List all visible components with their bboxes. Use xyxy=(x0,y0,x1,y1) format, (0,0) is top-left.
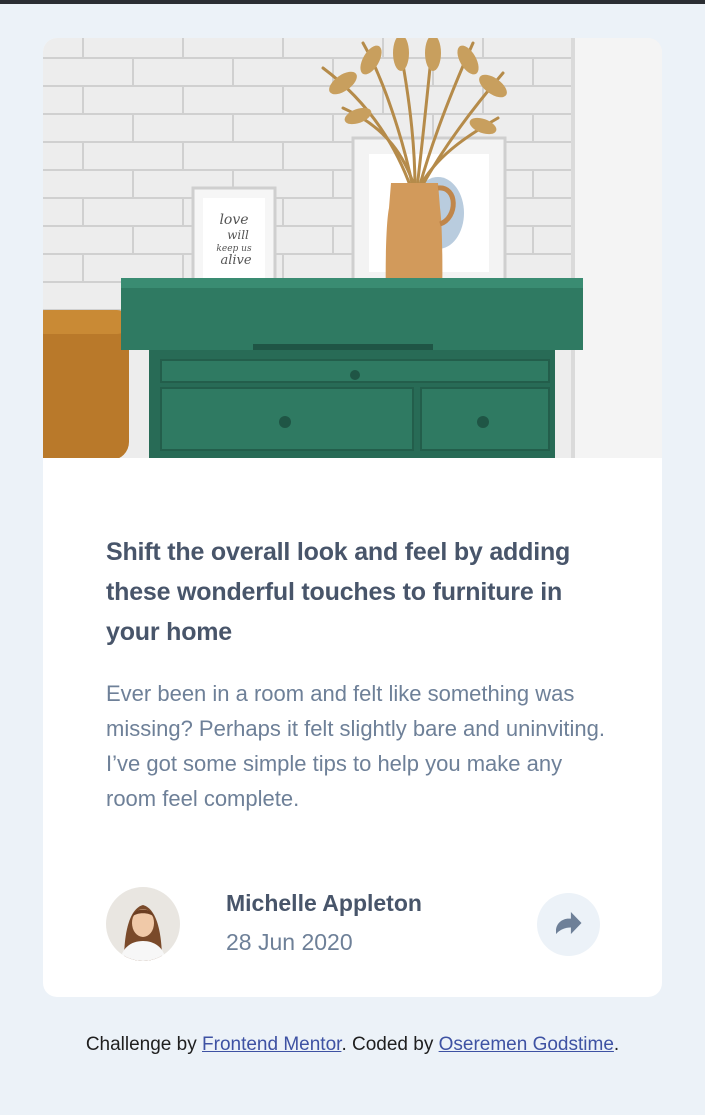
article-description: Ever been in a room and felt like someth… xyxy=(106,681,605,811)
author-name: Michelle Appleton xyxy=(226,890,422,916)
post-date: 28 Jun 2020 xyxy=(226,929,353,955)
attribution-middle: . Coded by xyxy=(341,1034,439,1055)
author-avatar xyxy=(106,887,180,961)
attribution-suffix: . xyxy=(613,1034,620,1055)
browser-top-edge xyxy=(0,0,705,4)
author-profile-link[interactable]: Oseremen Godstime xyxy=(439,1034,614,1055)
svg-text:will: will xyxy=(227,228,249,242)
svg-text:alive: alive xyxy=(220,253,251,268)
article-preview-card: love will keep us alive Shift the overal… xyxy=(43,38,662,997)
author-photo xyxy=(106,887,180,961)
attribution-prefix: Challenge by xyxy=(85,1034,203,1055)
article-hero-image: love will keep us alive xyxy=(43,38,662,458)
drawers-photo: love will keep us alive xyxy=(43,38,662,458)
frontend-mentor-link[interactable]: Frontend Mentor xyxy=(202,1034,341,1055)
share-icon xyxy=(555,912,582,937)
article-title: Shift the overall look and feel by addin… xyxy=(106,538,571,646)
svg-text:love: love xyxy=(219,212,248,228)
share-button[interactable] xyxy=(537,893,600,956)
attribution-footer: Challenge by Frontend Mentor. Coded by O… xyxy=(0,1034,705,1056)
